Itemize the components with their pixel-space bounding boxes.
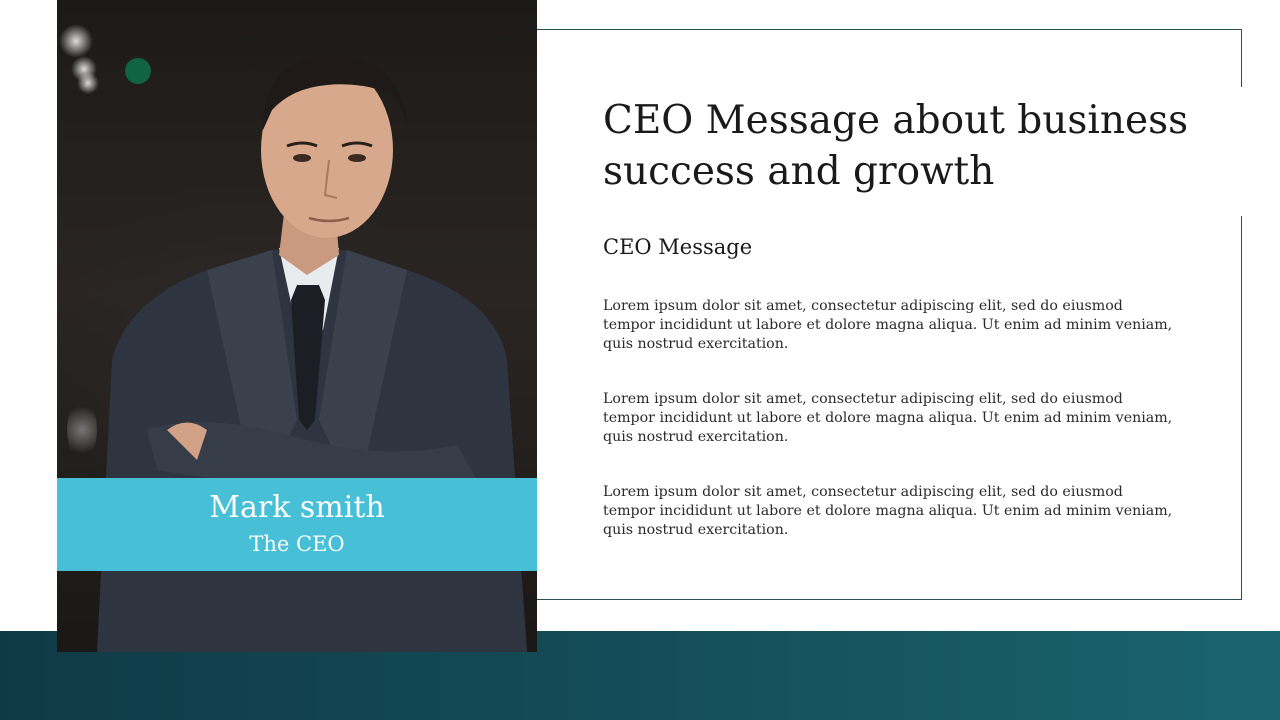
frame-gap — [1236, 87, 1248, 216]
body-paragraph: Lorem ipsum dolor sit amet, consectetur … — [603, 391, 1173, 445]
slide-title: CEO Message about business success and g… — [603, 98, 1189, 194]
section-subtitle: CEO Message — [603, 235, 753, 259]
slide: Mark smith The CEO CEO Message about bus… — [0, 0, 1280, 720]
body-paragraph: Lorem ipsum dolor sit amet, consectetur … — [603, 484, 1173, 538]
name-banner: Mark smith The CEO — [57, 478, 537, 571]
ceo-name: Mark smith — [209, 490, 385, 525]
ceo-role: The CEO — [249, 532, 345, 556]
body-paragraph: Lorem ipsum dolor sit amet, consectetur … — [603, 298, 1173, 352]
